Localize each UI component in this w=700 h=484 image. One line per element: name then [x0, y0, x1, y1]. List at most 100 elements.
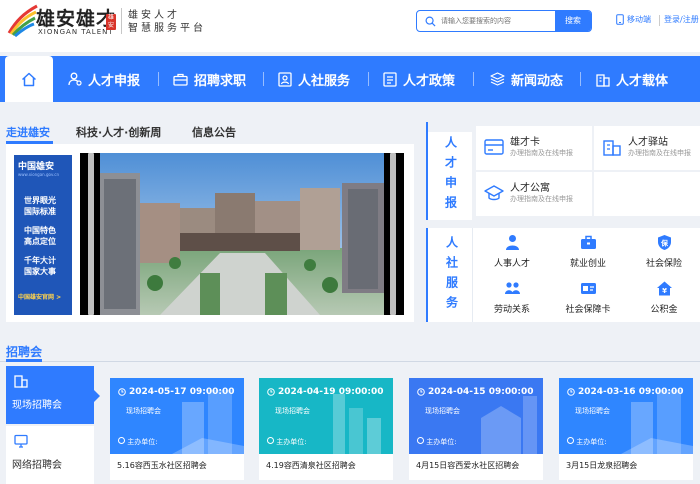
person-icon — [506, 235, 519, 250]
service-subtitle: 办理指南及在线申报 — [628, 149, 691, 157]
carousel-prev-control[interactable] — [88, 153, 94, 315]
nav-recruitment[interactable]: 招聘求职 — [173, 56, 246, 102]
service-employment[interactable]: 就业创业 — [552, 230, 624, 274]
service-title: 公积金 — [650, 305, 678, 315]
news-carousel-image[interactable] — [80, 153, 404, 315]
service-security-card[interactable]: 社会保障卡 — [552, 276, 624, 320]
clock-icon — [118, 388, 126, 396]
job-fair-card[interactable]: 2024-04-15 09:00:00 现场招聘会 主办单位: 4月15日容西爱… — [409, 378, 543, 480]
card-building-illustration — [333, 394, 381, 454]
side-onsite-fair[interactable]: 现场招聘会 — [6, 366, 94, 424]
job-fair-card[interactable]: 2024-05-17 09:00:00 现场招聘会 主办单位: 5.16容西玉水… — [110, 378, 244, 480]
service-title: 劳动关系 — [493, 305, 530, 315]
service-personnel[interactable]: 人事人才 — [476, 230, 548, 274]
login-register-link[interactable]: 登录/注册 — [664, 14, 699, 25]
nav-divider — [368, 72, 369, 86]
card-organizer: 主办单位: — [267, 437, 307, 447]
side-online-fair[interactable]: 网络招聘会 — [6, 426, 94, 484]
service-title: 就业创业 — [569, 259, 606, 269]
layers-icon — [490, 72, 505, 86]
ad-line: 中国特色 — [24, 225, 56, 235]
tab-about-xiongan[interactable]: 走进雄安 — [6, 124, 50, 140]
service-title: 社会保障卡 — [565, 305, 611, 315]
site-header: 雄安雄才 XIONGAN TALENT 雄安 雄安人才 智慧服务平台 搜索 移动… — [0, 0, 700, 52]
nav-label: 新闻动态 — [511, 73, 564, 89]
carousel-next-control[interactable] — [390, 153, 396, 315]
nav-divider — [580, 72, 581, 86]
service-talent-station[interactable]: 人才驿站 办理指南及在线申报 — [594, 126, 700, 170]
card-title: 4月15日容西爱水社区招聘会 — [416, 461, 520, 470]
tab-announcements[interactable]: 信息公告 — [192, 124, 236, 140]
tab-innovation-week[interactable]: 科技·人才·创新周 — [76, 124, 161, 140]
nav-social-service[interactable]: 人社服务 — [278, 56, 350, 102]
nav-talent-carrier[interactable]: 人才载体 — [596, 56, 668, 102]
logo-subtitle-line1: 雄安人才 — [128, 10, 180, 21]
logo-divider — [121, 8, 122, 34]
briefcase-icon — [581, 235, 596, 249]
card-date-text: 2024-04-15 09:00:00 — [428, 387, 534, 397]
logo-title: 雄安雄才 — [36, 8, 117, 30]
service-subtitle: 办理指南及在线申报 — [510, 149, 573, 157]
service-title: 人才公寓 — [510, 183, 550, 194]
service-title: 人事人才 — [493, 259, 530, 269]
nav-divider — [473, 72, 474, 86]
svg-text:¥: ¥ — [662, 287, 667, 295]
service-xiongcai-card[interactable]: 雄才卡 办理指南及在线申报 — [476, 126, 592, 170]
heading-underline — [6, 359, 42, 362]
card-type: 现场招聘会 — [575, 407, 610, 415]
svg-text:保: 保 — [660, 239, 669, 248]
search-box: 搜索 — [416, 10, 592, 32]
card-organizer: 主办单位: — [417, 437, 457, 447]
ad-title: 中国雄安 — [18, 162, 55, 172]
organizer-icon — [417, 437, 424, 444]
main-nav: 人才申报 招聘求职 人社服务 人才政策 新闻动态 人才载体 — [0, 56, 700, 102]
job-fair-card[interactable]: 2024-03-16 09:00:00 现场招聘会 主办单位: 3月15日龙泉招… — [559, 378, 693, 480]
job-fair-card[interactable]: 2024-04-19 09:00:00 现场招聘会 主办单位: 4.19容西清泉… — [259, 378, 393, 480]
service-subtitle: 办理指南及在线申报 — [510, 195, 573, 203]
card-date: 2024-04-15 09:00:00 — [417, 387, 533, 397]
ad-site: www.xiongan.gov.cn — [18, 172, 60, 177]
talent-declare-label: 人才申报 — [428, 132, 472, 220]
card-title: 3月15日龙泉招聘会 — [566, 461, 638, 470]
clock-icon — [267, 388, 275, 396]
logo-icon[interactable] — [6, 3, 40, 37]
service-social-insurance[interactable]: 保 社会保险 — [628, 230, 700, 274]
phone-icon — [616, 14, 624, 25]
card-date-text: 2024-05-17 09:00:00 — [129, 387, 235, 397]
nav-home[interactable] — [5, 56, 53, 102]
card-organizer-label: 主办单位: — [127, 438, 158, 446]
active-arrow — [94, 390, 100, 402]
section-divider — [0, 361, 700, 362]
service-housing-fund[interactable]: ¥ 公积金 — [628, 276, 700, 320]
nav-label: 人才载体 — [616, 73, 669, 89]
nav-talent-declare[interactable]: 人才申报 — [68, 56, 140, 102]
card-date: 2024-05-17 09:00:00 — [118, 387, 234, 397]
ad-line: 千年大计 — [24, 255, 56, 265]
nav-label: 招聘求职 — [194, 73, 247, 89]
divider — [472, 228, 473, 322]
card-organizer-label: 主办单位: — [576, 438, 607, 446]
building-icon — [14, 375, 28, 388]
card-type: 现场招聘会 — [425, 407, 460, 415]
news-tabs: 走进雄安 科技·人才·创新周 信息公告 — [6, 122, 414, 144]
card-banner: 2024-05-17 09:00:00 现场招聘会 主办单位: — [110, 378, 244, 454]
people-icon — [505, 282, 520, 294]
service-labor-relations[interactable]: 劳动关系 — [476, 276, 548, 320]
nav-news[interactable]: 新闻动态 — [490, 56, 563, 102]
side-label: 现场招聘会 — [12, 400, 62, 411]
search-button[interactable]: 搜索 — [555, 11, 591, 31]
nav-talent-policy[interactable]: 人才政策 — [383, 56, 455, 102]
clock-icon — [417, 388, 425, 396]
user-badge-icon — [68, 72, 82, 86]
card-title: 5.16容西玉水社区招聘会 — [117, 461, 207, 470]
card-organizer-label: 主办单位: — [426, 438, 457, 446]
service-talent-apartment[interactable]: 人才公寓 办理指南及在线申报 — [476, 172, 592, 216]
card-organizer-label: 主办单位: — [276, 438, 307, 446]
job-fair-heading: 招聘会 — [6, 345, 43, 359]
xiongan-ad-banner[interactable]: 中国雄安 www.xiongan.gov.cn 世界眼光 国际标准 中国特色 高… — [14, 155, 72, 315]
ad-line: 高点定位 — [24, 236, 56, 246]
nav-label: 人才申报 — [88, 73, 141, 89]
search-input[interactable] — [441, 13, 551, 29]
mobile-link[interactable]: 移动端 — [616, 14, 651, 25]
clock-icon — [567, 388, 575, 396]
